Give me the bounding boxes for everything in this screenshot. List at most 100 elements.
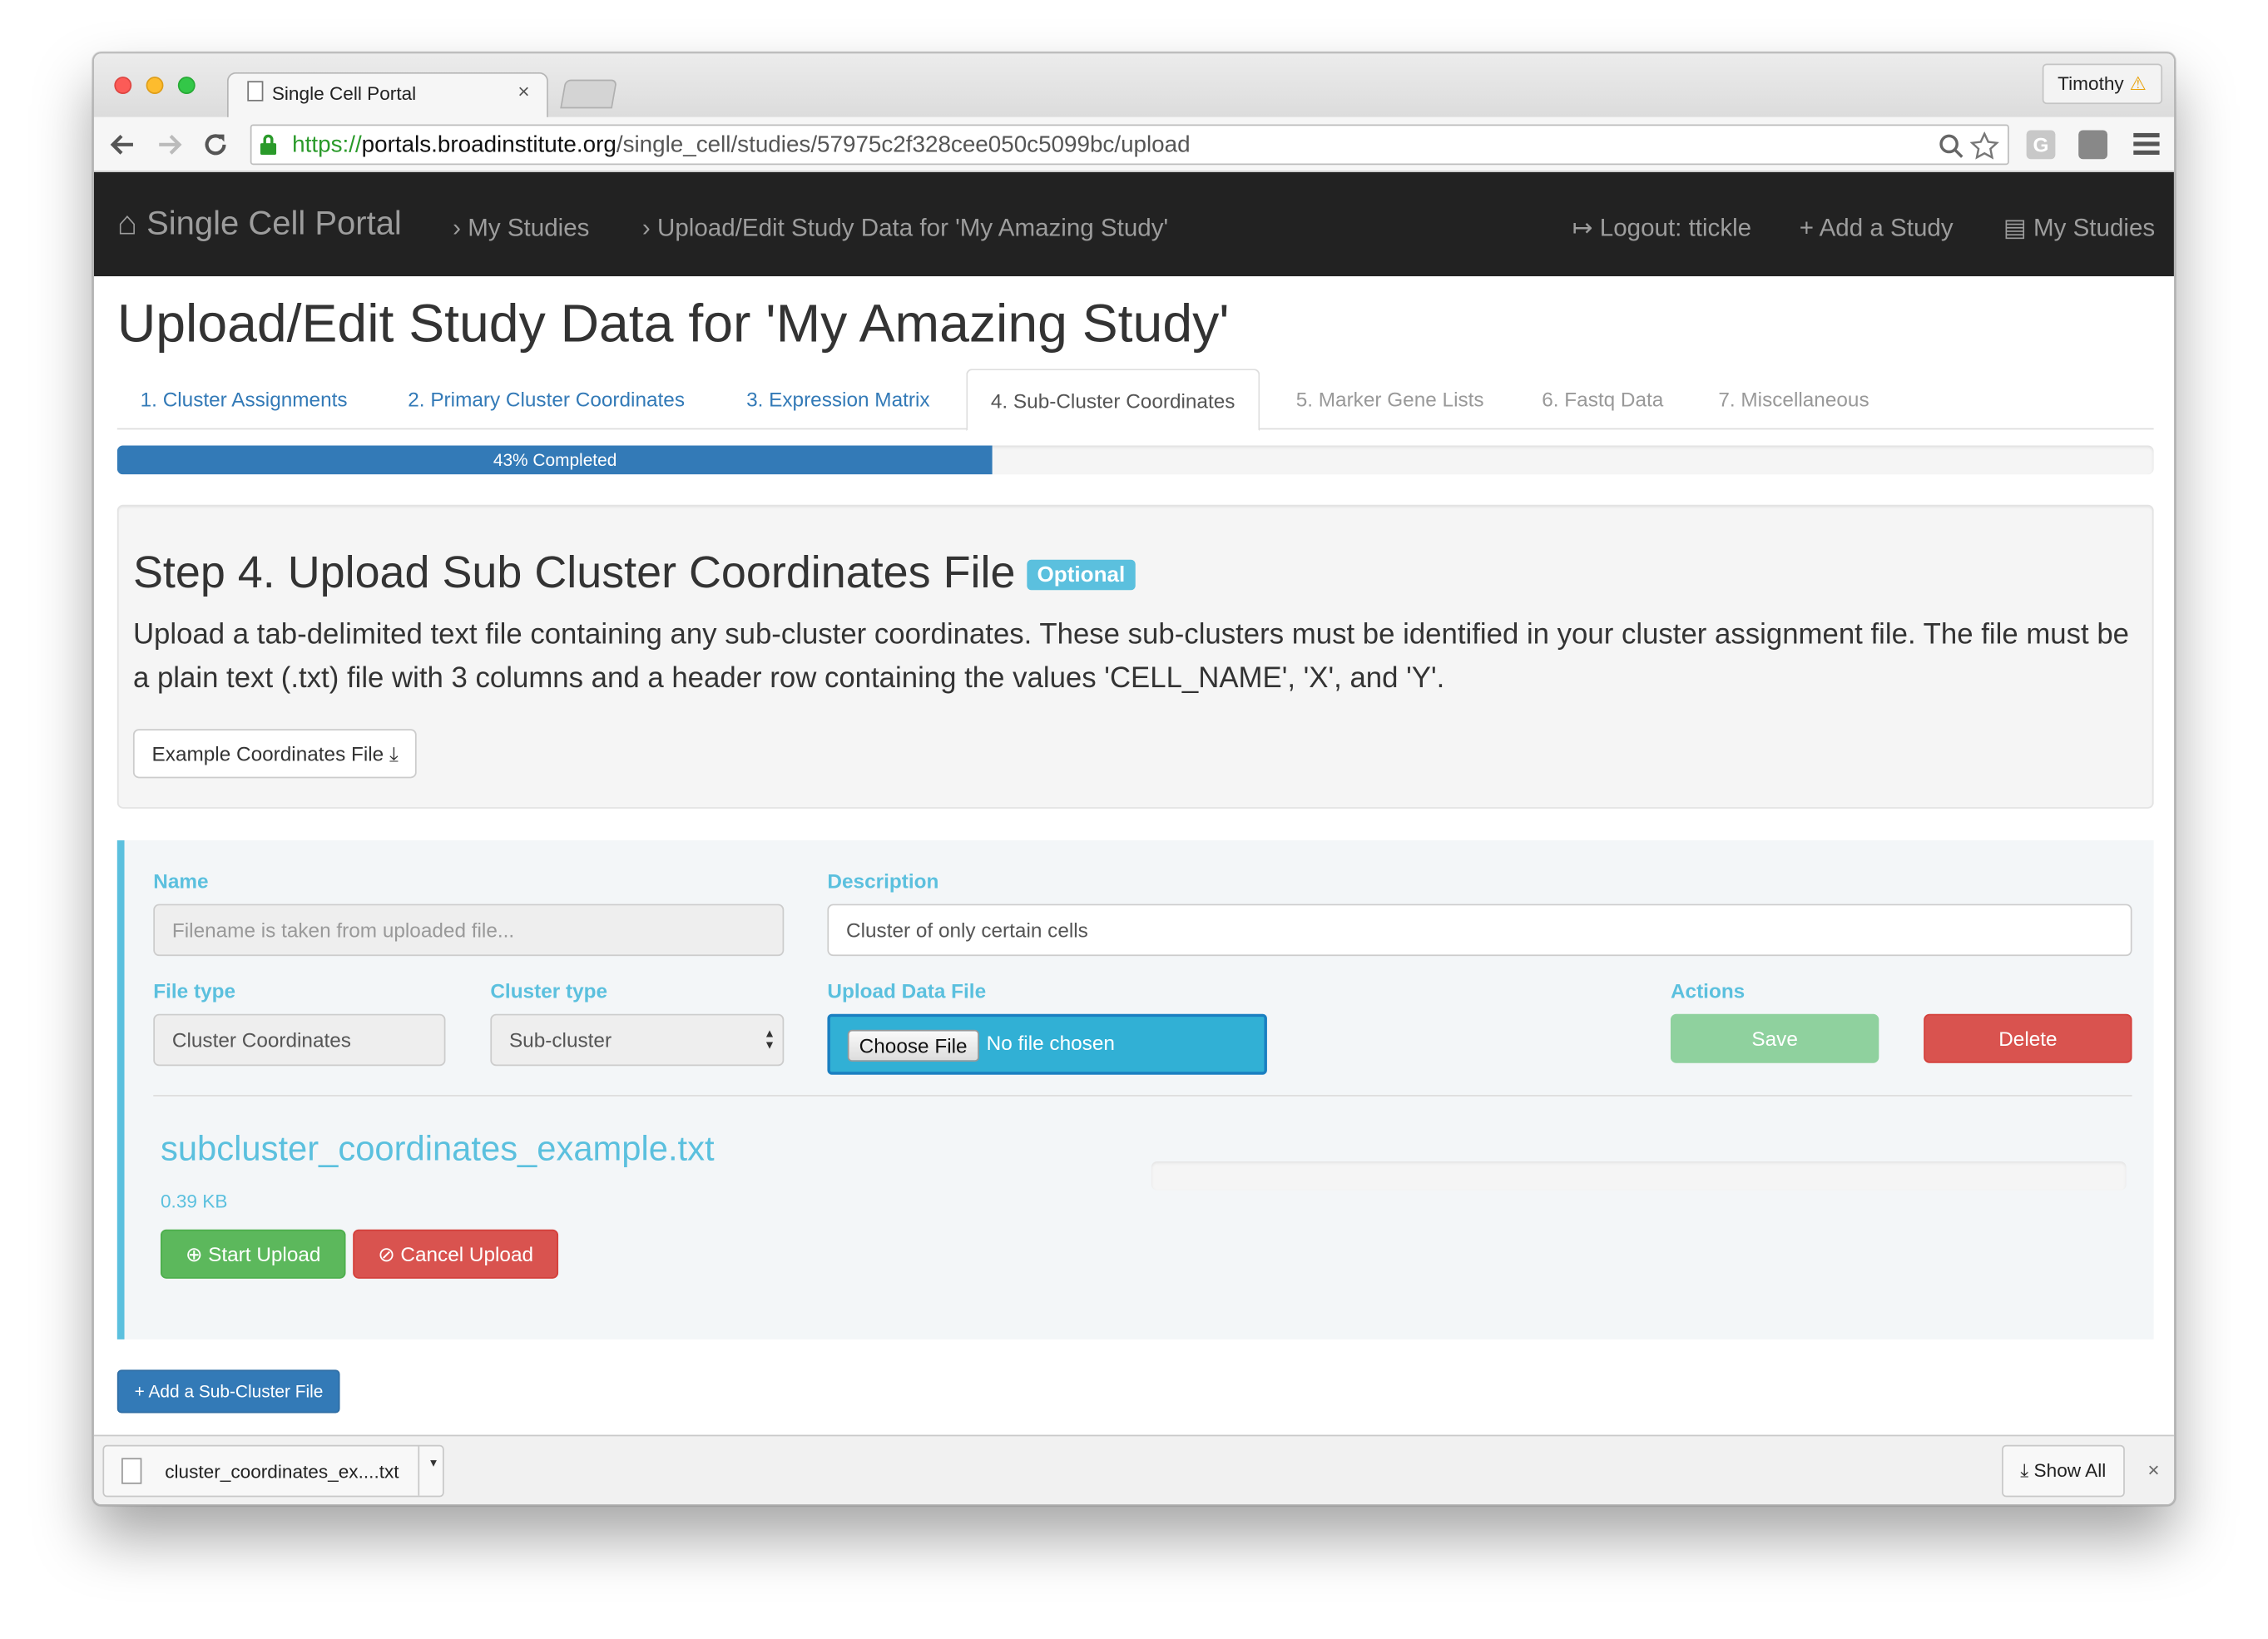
file-type-label: File type [153,978,236,1003]
lock-icon [260,134,277,156]
file-input[interactable]: Choose File No file chosen [827,1013,1267,1075]
file-icon [121,1458,142,1484]
step-heading: Step 4. Upload Sub Cluster Coordinates F… [132,547,1016,598]
description-label: Description [827,869,939,893]
page-viewport: ⌂ Single Cell Portal › My Studies › Uplo… [94,171,2174,1435]
upload-form: Name Filename is taken from uploaded fil… [116,840,2154,1339]
reload-icon[interactable] [201,130,230,159]
name-input: Filename is taken from uploaded file... [153,904,785,957]
chevron-down-icon[interactable]: ▾ [430,1455,437,1471]
add-sub-cluster-file-button[interactable]: + Add a Sub-Cluster File [116,1369,341,1414]
search-icon[interactable] [1939,133,1964,159]
plus-icon: + [1799,214,1814,242]
chevron-right-icon: › [641,214,651,242]
cancel-upload-button[interactable]: ⊘ Cancel Upload [353,1229,559,1279]
upload-filesize: 0.39 KB [160,1190,228,1212]
add-study-link[interactable]: + Add a Study [1800,214,1954,243]
progress-bar: 43% Completed [116,445,993,475]
crumb-label: Upload/Edit Study Data for 'My Amazing S… [656,214,1169,242]
address-bar[interactable]: https://portals.broadinstitute.org/singl… [250,124,2009,166]
tab-cluster-assignments[interactable]: 1. Cluster Assignments [141,369,348,429]
profile-button[interactable]: Timothy ⚠ [2042,63,2163,105]
warning-icon: ⚠ [2129,72,2147,95]
step-description: Upload a tab-delimited text file contain… [132,619,2130,695]
ban-icon: ⊘ [378,1242,395,1266]
cancel-upload-label: Cancel Upload [400,1242,534,1266]
brand-link[interactable]: ⌂ Single Cell Portal [117,204,402,243]
start-upload-label: Start Upload [208,1242,321,1266]
step-title: Step 4. Upload Sub Cluster Coordinates F… [132,547,1136,599]
upload-label: Upload Data File [827,978,987,1003]
crumb-my-studies[interactable]: › My Studies [453,214,589,243]
example-file-label: Example Coordinates File [151,741,384,765]
tab-fastq-data[interactable]: 6. Fastq Data [1542,369,1663,429]
extension-icon[interactable] [2078,130,2107,160]
example-file-button[interactable]: Example Coordinates File ⤓ [132,729,418,779]
download-item[interactable]: cluster_coordinates_ex....txt ▾ [102,1444,444,1498]
divider [153,1095,2132,1097]
back-icon[interactable] [108,130,137,159]
description-input[interactable]: Cluster of only certain cells [827,904,2132,957]
cluster-type-select[interactable]: Sub-cluster ▲ ▼ [490,1013,785,1067]
step-panel: Step 4. Upload Sub Cluster Coordinates F… [116,504,2154,809]
page-title: Upload/Edit Study Data for 'My Amazing S… [116,293,1230,354]
no-file-text: No file chosen [986,1031,1115,1055]
profile-name: Timothy [2058,72,2124,95]
logout-link[interactable]: ↦ Logout: ttickle [1572,214,1751,243]
chevron-right-icon: › [453,214,462,242]
show-all-button[interactable]: ⤓ Show All [2001,1444,2125,1498]
grammarly-extension-icon[interactable]: G [2026,130,2056,160]
cluster-type-label: Cluster type [490,978,608,1003]
zoom-window-button[interactable] [177,77,196,95]
brand-label: Single Cell Portal [146,204,402,242]
crumb-label: My Studies [468,214,590,242]
forward-icon[interactable] [155,130,184,159]
actions-label: Actions [1670,978,1746,1003]
tab-primary-cluster-coordinates[interactable]: 2. Primary Cluster Coordinates [408,369,685,429]
optional-badge: Optional [1027,560,1136,591]
my-studies-link[interactable]: ▤ My Studies [2003,214,2155,243]
star-icon[interactable] [1969,131,1999,161]
name-label: Name [153,869,209,893]
start-upload-button[interactable]: ⊕ Start Upload [160,1229,346,1279]
add-sub-cluster-label: Add a Sub-Cluster File [148,1381,324,1402]
logout-icon: ↦ [1572,214,1593,242]
menu-icon[interactable] [2133,132,2160,159]
tab-marker-gene-lists[interactable]: 5. Marker Gene Lists [1296,369,1484,429]
book-icon: ▤ [2003,214,2027,242]
step-tabs: 1. Cluster Assignments 2. Primary Cluste… [116,369,2154,432]
crumb-upload-edit[interactable]: › Upload/Edit Study Data for 'My Amazing… [642,214,1168,243]
tab-title: Single Cell Portal [271,82,417,105]
choose-file-button[interactable]: Choose File [847,1029,979,1062]
close-window-button[interactable] [114,77,132,95]
delete-button[interactable]: Delete [1924,1013,2132,1063]
url-text: https://portals.broadinstitute.org/singl… [292,132,1191,158]
cluster-type-value: Sub-cluster [508,1028,612,1052]
close-icon[interactable]: × [2147,1458,2159,1481]
tab-sub-cluster-coordinates[interactable]: 4. Sub-Cluster Coordinates [966,369,1260,432]
upload-circle-icon: ⊕ [185,1242,203,1266]
minimize-window-button[interactable] [146,77,164,95]
add-study-label: Add a Study [1819,214,1954,242]
select-arrows-icon: ▲ ▼ [764,1027,775,1052]
upload-filename: subcluster_coordinates_example.txt [160,1129,715,1169]
tab-strip: Single Cell Portal × Timothy ⚠ [94,53,2174,119]
plus-icon: + [134,1381,145,1402]
save-button[interactable]: Save [1670,1013,1879,1063]
tab-expression-matrix[interactable]: 3. Expression Matrix [746,369,929,429]
logout-label: Logout: ttickle [1599,214,1752,242]
tab-close-icon[interactable]: × [517,80,529,103]
new-tab-button[interactable] [560,79,617,109]
tab-miscellaneous[interactable]: 7. Miscellaneous [1718,369,1869,429]
file-type-input: Cluster Coordinates [153,1013,446,1067]
browser-window: Single Cell Portal × Timothy ⚠ https://po… [92,52,2176,1506]
top-navbar: ⌂ Single Cell Portal › My Studies › Uplo… [94,171,2174,277]
download-shelf: cluster_coordinates_ex....txt ▾ ⤓ Show A… [94,1434,2174,1505]
show-all-label: Show All [2033,1459,2107,1482]
page-icon [247,81,264,102]
browser-toolbar: https://portals.broadinstitute.org/singl… [94,116,2174,172]
progress-track: 43% Completed [116,445,2154,475]
upload-progress-track [1151,1161,2127,1191]
download-divider [418,1446,420,1496]
home-icon: ⌂ [116,204,137,242]
